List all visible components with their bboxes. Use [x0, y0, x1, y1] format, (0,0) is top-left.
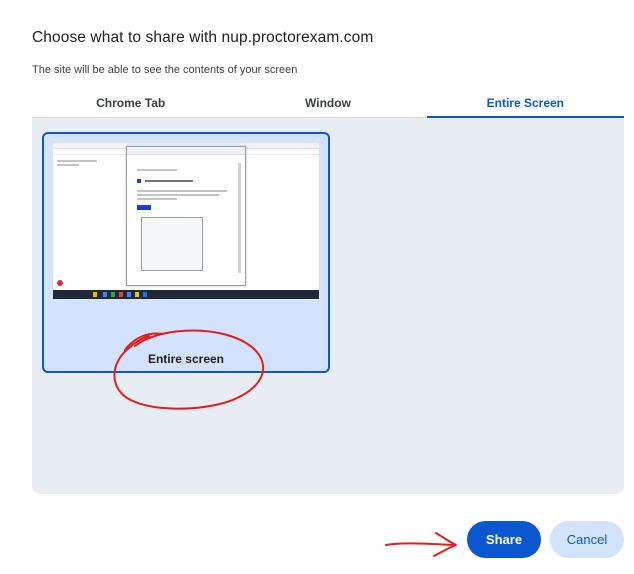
tab-entire-screen[interactable]: Entire Screen: [426, 88, 625, 118]
source-list-panel: Entire screen: [32, 118, 624, 494]
dialog-subtitle: The site will be able to see the content…: [32, 64, 298, 76]
source-tabs: Chrome Tab Window Entire Screen: [32, 88, 625, 118]
annotation-arrow: [385, 532, 457, 557]
screen-thumbnail: [53, 143, 319, 299]
cancel-button[interactable]: Cancel: [550, 521, 624, 558]
tab-chrome-tab[interactable]: Chrome Tab: [32, 88, 229, 117]
tab-window[interactable]: Window: [229, 88, 426, 117]
entire-screen-source[interactable]: Entire screen: [42, 132, 330, 373]
dialog-title: Choose what to share with nup.proctorexa…: [32, 29, 374, 46]
screen-source-label: Entire screen: [147, 352, 225, 366]
share-button[interactable]: Share: [467, 521, 541, 558]
